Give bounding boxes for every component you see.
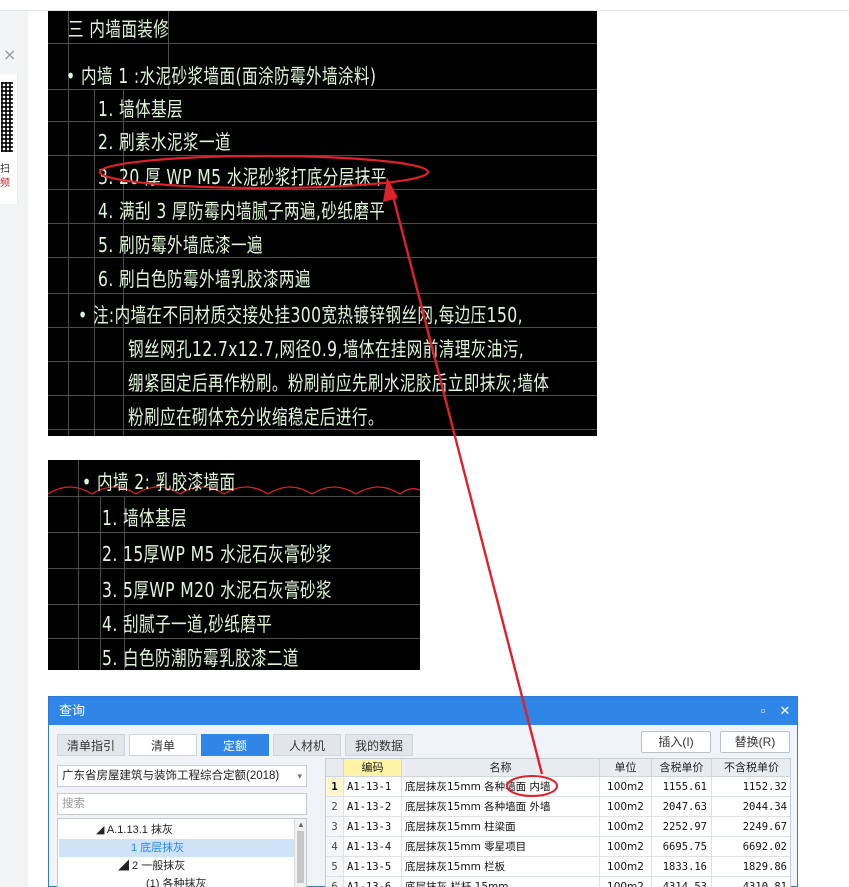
tree-node-general-plaster[interactable]: ◢ 2 一般抹灰 — [118, 857, 185, 875]
row-code[interactable]: A1-13-4 — [344, 837, 402, 857]
col-header-code[interactable]: 编码 — [344, 759, 402, 777]
cad-wall-2-step-4: 4. 刮腻子一道,砂纸磨平 — [102, 612, 273, 636]
row-notax-price: 4310.81 — [712, 877, 790, 887]
quota-table: 编码 名称 单位 含税单价 不含税单价 1 A1-13-1 底层抹灰15mm 各… — [325, 758, 791, 887]
tree-scrollbar[interactable]: ▲ — [294, 819, 306, 887]
row-code[interactable]: A1-13-2 — [344, 797, 402, 817]
cad-wall-2-step-3: 3. 5厚WP M20 水泥石灰膏砂浆 — [102, 578, 333, 602]
quota-library-select[interactable]: 广东省房屋建筑与装饰工程综合定额(2018) ▾ — [57, 765, 307, 787]
cad-step-3: 3. 20 厚 WP M5 水泥砂浆打底分层抹平 — [98, 165, 387, 189]
tab-list[interactable]: 清单 — [129, 734, 197, 756]
cad-step-1: 1. 墙体基层 — [98, 97, 183, 121]
cad-note-line-2: 钢丝网孔12.7x12.7,网径0.9,墙体在挂网前清理灰油污, — [128, 337, 525, 361]
cad-wall-1-title: • 内墙 1 :水泥砂浆墙面(面涂防霉外墙涂料) — [66, 64, 377, 88]
quota-library-value: 广东省房屋建筑与装饰工程综合定额(2018) — [62, 770, 280, 782]
qr-label-top: 扫 — [0, 164, 10, 175]
dialog-title: 查询 — [59, 703, 86, 718]
chevron-down-icon: ▾ — [297, 771, 302, 781]
row-unit: 100m2 — [600, 797, 652, 817]
cad-note-line-1: • 注:内墙在不同材质交接处挂300宽热镀锌钢丝网,每边压150, — [78, 303, 523, 327]
row-number: 3 — [326, 817, 344, 837]
row-tax-price: 2252.97 — [652, 817, 712, 837]
row-notax-price: 6692.02 — [712, 837, 790, 857]
row-tax-price: 1155.61 — [652, 777, 712, 797]
cad-heading: 三 内墙面装修 — [68, 17, 170, 41]
row-name[interactable]: 底层抹灰15mm 各种墙面 内墙 — [402, 777, 600, 797]
row-number: 6 — [326, 877, 344, 887]
cad-step-2: 2. 刷素水泥浆一道 — [98, 130, 231, 154]
row-tax-price: 4314.53 — [652, 877, 712, 887]
replace-button[interactable]: 替换(R) — [720, 731, 790, 753]
col-header-notax-price[interactable]: 不含税单价 — [712, 759, 790, 777]
row-notax-price: 1152.32 — [712, 777, 790, 797]
search-input[interactable]: 搜索 — [57, 793, 307, 815]
tree-node-base-plaster[interactable]: 1 底层抹灰 — [59, 839, 295, 857]
cad-wall-2-step-5: 5. 白色防潮防霉乳胶漆二道 — [102, 646, 299, 670]
cad-wall-2-step-1: 1. 墙体基层 — [102, 506, 187, 530]
row-number: 2 — [326, 797, 344, 817]
insert-button[interactable]: 插入(I) — [641, 731, 711, 753]
cad-drawing-wall-1: 三 内墙面装修 • 内墙 1 :水泥砂浆墙面(面涂防霉外墙涂料) 1. 墙体基层… — [48, 11, 597, 436]
tab-labor-material[interactable]: 人材机 — [273, 734, 341, 756]
row-name[interactable]: 底层抹灰 栏杆 15mm — [402, 877, 600, 887]
row-tax-price: 2047.63 — [652, 797, 712, 817]
col-header-tax-price[interactable]: 含税单价 — [652, 759, 712, 777]
col-header-unit[interactable]: 单位 — [600, 759, 652, 777]
quota-tree: ◢ A.1.13.1 抹灰 1 底层抹灰 ◢ 2 一般抹灰 (1) 各种抹灰 ▲ — [57, 818, 307, 887]
tab-list-guide[interactable]: 清单指引 — [57, 734, 125, 756]
row-notax-price: 2044.34 — [712, 797, 790, 817]
row-name[interactable]: 底层抹灰15mm 各种墙面 外墙 — [402, 797, 600, 817]
scroll-thumb[interactable] — [297, 831, 304, 883]
restore-icon[interactable]: ▫ — [753, 697, 773, 725]
qr-label-bottom: 频 — [0, 178, 10, 189]
close-icon[interactable]: ✕ — [775, 697, 795, 725]
tree-node-plastering[interactable]: ◢ A.1.13.1 抹灰 — [96, 821, 173, 839]
col-header-name[interactable]: 名称 — [402, 759, 600, 777]
row-tax-price: 1833.16 — [652, 857, 712, 877]
col-header-rowno — [326, 759, 344, 777]
row-code[interactable]: A1-13-3 — [344, 817, 402, 837]
row-unit: 100m2 — [600, 817, 652, 837]
row-code[interactable]: A1-13-5 — [344, 857, 402, 877]
cad-drawing-wall-2: • 内墙 2: 乳胶漆墙面 1. 墙体基层 2. 15厚WP M5 水泥石灰膏砂… — [48, 460, 420, 670]
row-number: 4 — [326, 837, 344, 857]
tab-my-data[interactable]: 我的数据 — [345, 734, 413, 756]
close-icon[interactable]: × — [3, 47, 19, 63]
dialog-title-bar: 查询 ▫ ✕ — [49, 697, 797, 725]
row-code[interactable]: A1-13-1 — [344, 777, 402, 797]
row-unit: 100m2 — [600, 777, 652, 797]
cad-step-6: 6. 刷白色防霉外墙乳胶漆两遍 — [98, 267, 311, 291]
row-name[interactable]: 底层抹灰15mm 栏板 — [402, 857, 600, 877]
row-unit: 100m2 — [600, 837, 652, 857]
scroll-up-icon[interactable]: ▲ — [297, 820, 305, 829]
tree-node-various-plaster[interactable]: (1) 各种抹灰 — [146, 875, 207, 887]
row-unit: 100m2 — [600, 857, 652, 877]
row-unit: 100m2 — [600, 877, 652, 887]
cad-note-line-4: 粉刷应在砌体充分收缩稳定后进行。 — [128, 405, 384, 429]
row-name[interactable]: 底层抹灰15mm 零星项目 — [402, 837, 600, 857]
cad-note-line-3: 绷紧固定后再作粉刷。粉刷前应先刷水泥胶后立即抹灰;墙体 — [128, 371, 550, 395]
row-code[interactable]: A1-13-6 — [344, 877, 402, 887]
cad-step-5: 5. 刷防霉外墙底漆一遍 — [98, 233, 263, 257]
row-number: 5 — [326, 857, 344, 877]
row-tax-price: 6695.75 — [652, 837, 712, 857]
tab-quota[interactable]: 定额 — [201, 734, 269, 756]
query-dialog: 查询 ▫ ✕ 清单指引 清单 定额 人材机 我的数据 插入(I) 替换(R) 广… — [48, 696, 798, 887]
row-notax-price: 2249.67 — [712, 817, 790, 837]
cad-wall-2-title: • 内墙 2: 乳胶漆墙面 — [82, 470, 236, 494]
row-name[interactable]: 底层抹灰15mm 柱梁面 — [402, 817, 600, 837]
row-notax-price: 1829.86 — [712, 857, 790, 877]
qr-code-card[interactable]: 扫 频 — [0, 74, 18, 204]
qr-code-icon — [1, 82, 13, 152]
row-number: 1 — [326, 777, 344, 797]
cad-step-4: 4. 满刮 3 厚防霉内墙腻子两遍,砂纸磨平 — [98, 199, 386, 223]
cad-wall-2-step-2: 2. 15厚WP M5 水泥石灰膏砂浆 — [102, 542, 333, 566]
